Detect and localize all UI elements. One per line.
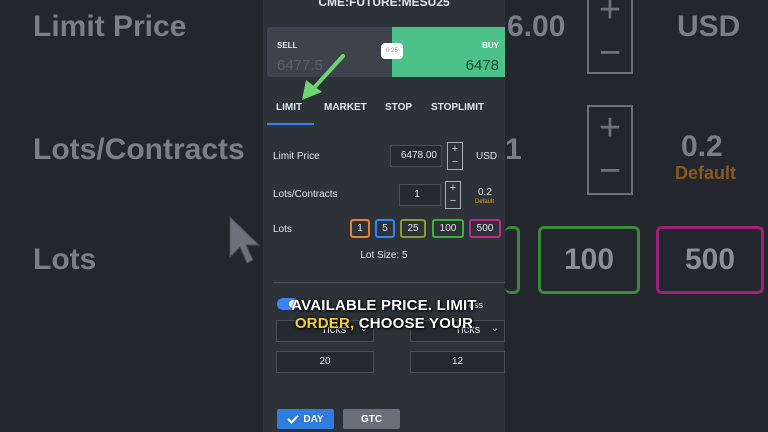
day-button-label: DAY xyxy=(303,413,324,425)
lot-preset-1[interactable]: 1 xyxy=(350,219,370,238)
divider xyxy=(273,282,505,283)
bg-lot-100: 100 xyxy=(538,226,640,294)
plus-icon[interactable]: + xyxy=(452,143,458,156)
buy-price: 6478 xyxy=(465,57,499,74)
lots-label: Lots xyxy=(273,224,292,235)
take-profit-ticks-input[interactable]: 20 xyxy=(276,351,374,373)
annotation-arrow-icon xyxy=(302,54,345,100)
currency-label: USD xyxy=(476,151,498,162)
buy-button[interactable]: BUY 6478 xyxy=(392,27,505,77)
minus-icon[interactable]: − xyxy=(452,156,458,169)
caption-line-2-text: CHOOSE YOUR xyxy=(354,315,474,332)
bg-price-fragment: 6.00 xyxy=(507,10,566,43)
caption-line-2: ORDER, CHOOSE YOUR xyxy=(263,315,505,332)
lot-size-text: Lot Size: 5 xyxy=(360,250,408,261)
lots-contracts-label: Lots/Contracts xyxy=(273,189,338,200)
tab-limit[interactable]: LIMIT xyxy=(276,102,302,113)
check-icon xyxy=(287,414,300,424)
lots-contracts-stepper[interactable]: + − xyxy=(445,181,461,209)
lot-preset-500[interactable]: 500 xyxy=(469,219,501,238)
bg-lot-500: 500 xyxy=(656,226,764,294)
symbol-title: CME:FUTURE:MESU25 xyxy=(318,0,450,9)
bg-price-stepper: + − xyxy=(587,0,633,74)
limit-price-stepper[interactable]: + − xyxy=(447,142,463,170)
bg-currency: USD xyxy=(677,10,741,43)
limit-price-input[interactable]: 6478.00 xyxy=(390,145,442,167)
minus-icon[interactable]: − xyxy=(450,195,456,208)
lots-contracts-input[interactable]: 1 xyxy=(399,184,441,206)
spread-badge: 0.25 xyxy=(381,43,403,59)
bg-cursor-icon xyxy=(229,215,261,264)
caption-highlight: ORDER, xyxy=(294,315,355,332)
bg-lot-partial xyxy=(505,226,520,294)
sell-label: SELL xyxy=(277,41,298,50)
background-right: 6.00 + − USD 1 + − 0.2 Default 100 500 xyxy=(505,0,768,432)
caption-line-1-text: AVAILABLE PRICE. LIMIT xyxy=(291,297,477,314)
gtc-button[interactable]: GTC xyxy=(343,409,400,429)
bg-limit-price-label: Limit Price xyxy=(33,10,187,43)
bg-lots-contracts-label: Lots/Contracts xyxy=(33,133,245,166)
background-left: Limit Price Lots/Contracts Lots xyxy=(0,0,263,432)
plus-icon[interactable]: + xyxy=(450,182,456,195)
lot-preset-5[interactable]: 5 xyxy=(375,219,395,238)
lot-preset-25[interactable]: 25 xyxy=(400,219,426,238)
bg-default-label: Default xyxy=(675,163,737,183)
lots-increment-value: 0.2 xyxy=(478,187,492,198)
tab-stop[interactable]: STOP xyxy=(385,102,412,113)
bg-lots-fragment: 1 xyxy=(505,133,522,166)
stop-loss-ticks-input[interactable]: 12 xyxy=(410,351,505,373)
limit-price-label: Limit Price xyxy=(273,151,320,162)
caption-line-1: AVAILABLE PRICE. LIMIT xyxy=(263,297,505,314)
tab-stoplimit[interactable]: STOPLIMIT xyxy=(431,102,484,113)
default-label: Default xyxy=(475,199,495,205)
bg-lots-stepper: + − xyxy=(587,105,633,195)
bg-lots-increment: 0.2 xyxy=(681,130,723,163)
bg-lots-label: Lots xyxy=(33,243,97,276)
lot-preset-100[interactable]: 100 xyxy=(432,219,464,238)
active-tab-indicator xyxy=(267,123,314,125)
buy-label: BUY xyxy=(482,41,499,50)
day-button[interactable]: DAY xyxy=(277,409,334,429)
